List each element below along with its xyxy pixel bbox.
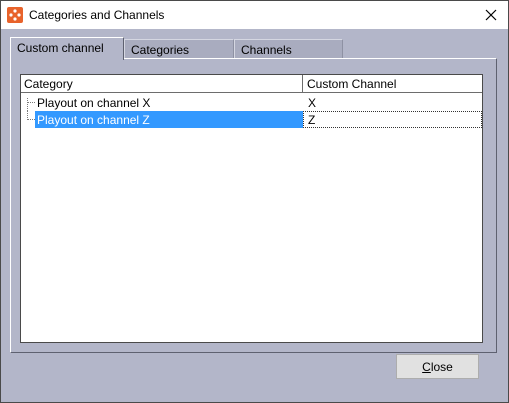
close-label: lose xyxy=(430,359,453,374)
tree-connector xyxy=(27,119,35,120)
tab-categories[interactable]: Categories xyxy=(124,39,234,59)
tree-connector xyxy=(27,98,35,111)
tab-label: Custom channel xyxy=(17,41,104,55)
channel-cell[interactable]: Z xyxy=(303,111,482,128)
category-cell: Playout on channel Z xyxy=(35,111,303,128)
category-channel-list[interactable]: Category Custom Channel Playout on chann… xyxy=(20,74,483,343)
tree-connector xyxy=(27,102,35,103)
tab-custom-channel[interactable]: Custom channel xyxy=(10,37,124,60)
table-row-selected[interactable]: Playout on channel Z Z xyxy=(21,111,482,128)
tab-label: Categories xyxy=(131,43,190,57)
close-icon[interactable] xyxy=(474,1,508,29)
dialog-window: Categories and Channels Custom channel C… xyxy=(0,0,509,403)
tab-channels[interactable]: Channels xyxy=(234,39,343,59)
table-row[interactable]: Playout on channel X X xyxy=(21,94,482,111)
column-header-custom-channel[interactable]: Custom Channel xyxy=(303,75,482,92)
window-title: Categories and Channels xyxy=(29,8,165,22)
tab-label: Channels xyxy=(241,43,292,57)
column-header-category[interactable]: Category xyxy=(21,75,303,92)
tab-panel: Category Custom Channel Playout on chann… xyxy=(10,58,497,353)
channel-cell: X xyxy=(308,96,317,110)
list-header: Category Custom Channel xyxy=(21,75,482,93)
app-logo-icon xyxy=(7,7,23,23)
title-bar[interactable]: Categories and Channels xyxy=(1,1,508,29)
close-mnemonic: C xyxy=(422,359,431,374)
close-button[interactable]: Close xyxy=(396,354,479,379)
category-cell: Playout on channel X xyxy=(37,96,151,110)
